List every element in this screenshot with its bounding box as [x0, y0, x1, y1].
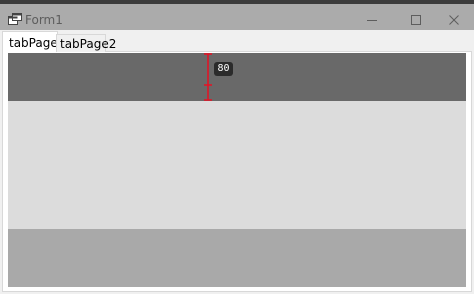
tab-tabpage2[interactable]: tabPage2: [56, 34, 116, 52]
app-window-icon: [8, 13, 22, 25]
title-bar[interactable]: Form1: [0, 4, 474, 30]
bottom-panel[interactable]: [8, 229, 466, 287]
minimize-icon: [367, 20, 377, 21]
height-value-badge: 80: [214, 62, 233, 76]
middle-panel[interactable]: [8, 101, 466, 229]
window-title: Form1: [25, 13, 63, 27]
minimize-button[interactable]: [354, 9, 390, 31]
tab-tabpage1[interactable]: tabPage1: [2, 31, 65, 52]
close-icon: [449, 15, 459, 25]
height-measure-indicator: [204, 53, 212, 101]
tab-label: tabPage2: [60, 37, 117, 51]
maximize-icon: [411, 15, 421, 25]
top-panel[interactable]: [8, 53, 466, 101]
maximize-button[interactable]: [398, 9, 434, 31]
close-button[interactable]: [436, 9, 472, 31]
